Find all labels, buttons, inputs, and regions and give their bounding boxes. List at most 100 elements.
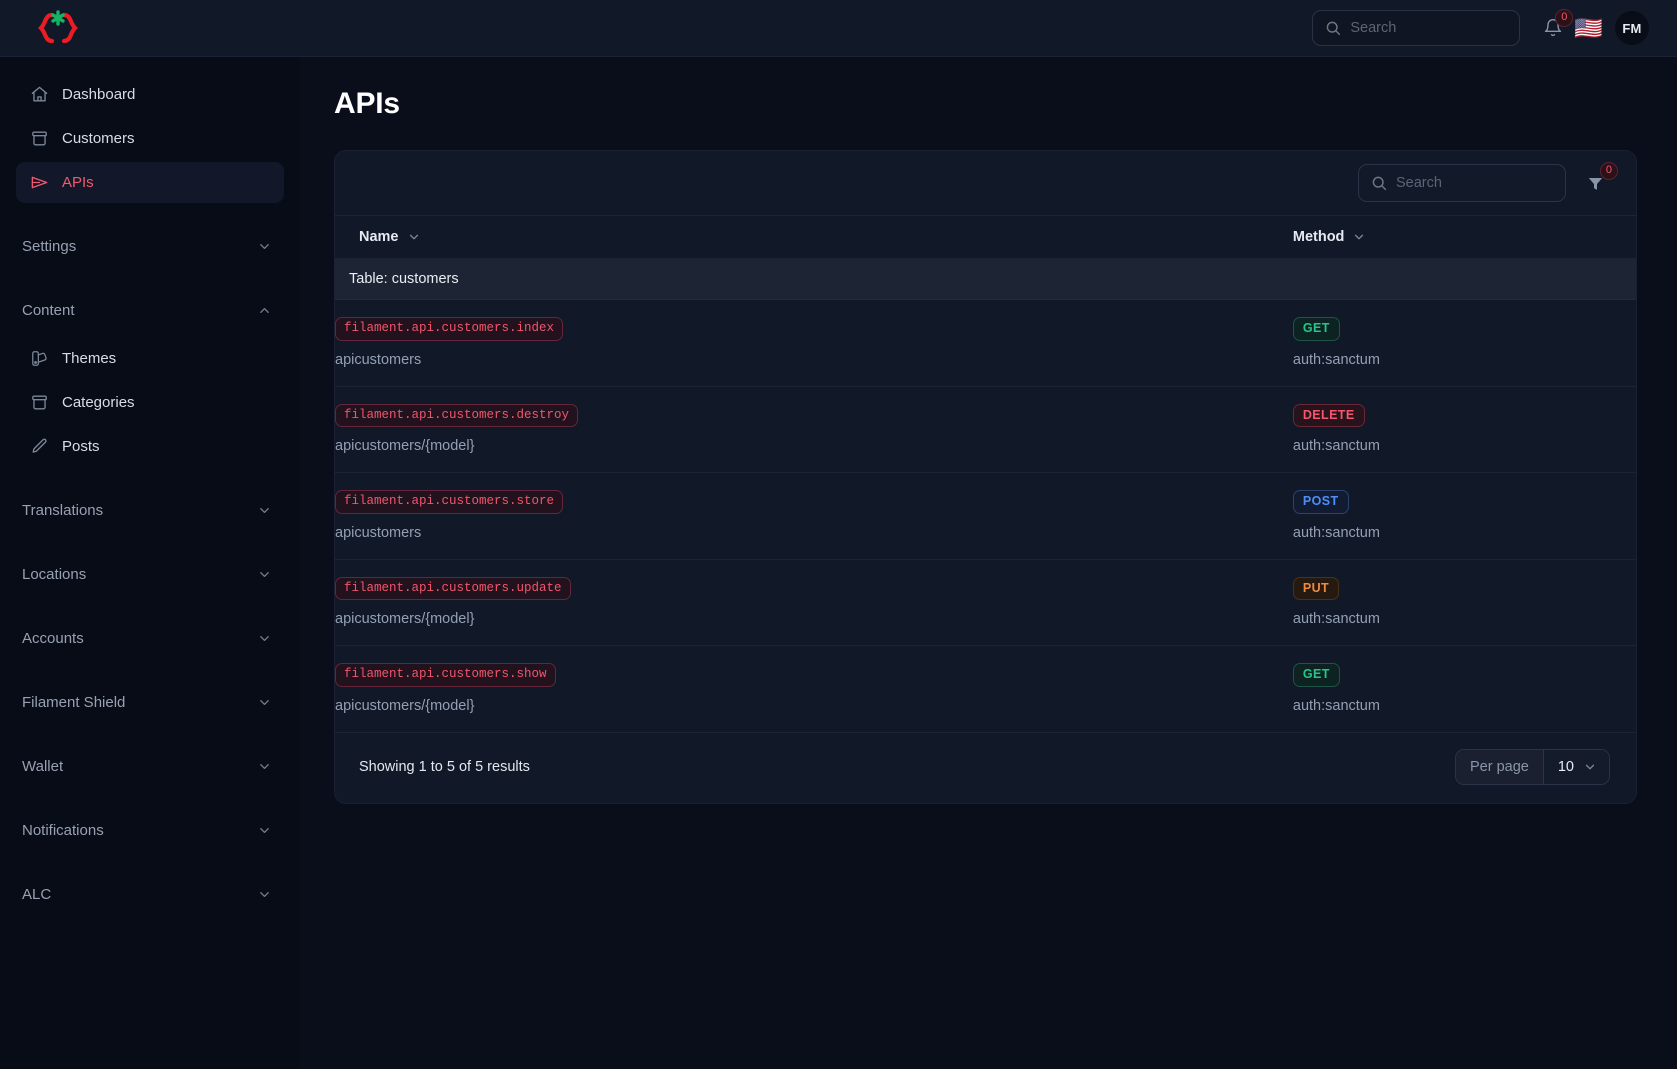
middleware-text: auth:sanctum xyxy=(1292,351,1380,368)
method-badge: DELETE xyxy=(1292,403,1365,427)
sidebar: Dashboard Customers APIs Settings Conten… xyxy=(0,57,300,1069)
archive-box-icon xyxy=(30,393,49,412)
middleware-text: auth:sanctum xyxy=(1292,697,1380,714)
sidebar-group-translations[interactable]: Translations xyxy=(16,489,284,531)
cell-name: filament.api.customers.destroy apicustom… xyxy=(335,386,1293,473)
cell-method: GET auth:sanctum xyxy=(1292,299,1636,387)
table-toolbar: 0 xyxy=(335,151,1636,215)
apis-table-card: 0 Name xyxy=(334,150,1637,804)
per-page-selector[interactable]: Per page 10 xyxy=(1455,748,1610,785)
route-uri: apicustomers/{model} xyxy=(335,697,475,714)
sidebar-group-label: ALC xyxy=(22,885,52,903)
route-name-badge: filament.api.customers.store xyxy=(335,490,564,514)
notification-count-badge: 0 xyxy=(1555,9,1574,27)
middleware-text: auth:sanctum xyxy=(1292,438,1380,454)
table-footer: Showing 1 to 5 of 5 results Per page 10 xyxy=(335,732,1636,803)
sidebar-item-label: APIs xyxy=(62,174,94,191)
sidebar-group-accounts[interactable]: Accounts xyxy=(16,617,284,659)
filter-count-badge: 0 xyxy=(1599,162,1618,180)
method-badge: POST xyxy=(1292,490,1349,514)
sidebar-group-locations[interactable]: Locations xyxy=(16,553,284,595)
sidebar-group-label: Notifications xyxy=(22,821,104,839)
cell-method: PUT auth:sanctum xyxy=(1292,559,1636,646)
route-uri: apicustomers xyxy=(335,351,422,368)
avatar[interactable]: FM xyxy=(1615,11,1649,45)
sidebar-item-label: Themes xyxy=(62,350,117,367)
cell-method: GET auth:sanctum xyxy=(1292,645,1636,733)
table-row[interactable]: filament.api.customers.destroy apicustom… xyxy=(335,386,1636,473)
table-head: Name Method xyxy=(335,215,1636,259)
cell-name: filament.api.customers.show apicustomers… xyxy=(335,645,1293,733)
sidebar-group-alc[interactable]: ALC xyxy=(16,873,284,915)
page-body: Dashboard Customers APIs Settings Conten… xyxy=(0,57,1677,1069)
method-badge: PUT xyxy=(1292,576,1340,600)
sidebar-item-customers[interactable]: Customers xyxy=(16,118,284,159)
sidebar-item-themes[interactable]: Themes xyxy=(16,338,284,379)
sidebar-item-label: Dashboard xyxy=(62,86,136,103)
chevron-down-icon xyxy=(257,567,272,582)
chevron-down-icon xyxy=(257,887,272,902)
table-body: Table: customers filament.api.customers.… xyxy=(335,258,1636,733)
results-summary: Showing 1 to 5 of 5 results xyxy=(359,758,530,775)
braces-asterisk-logo[interactable] xyxy=(30,8,86,48)
sidebar-group-wallet[interactable]: Wallet xyxy=(16,745,284,787)
global-search-input[interactable] xyxy=(1350,20,1508,36)
sidebar-item-dashboard[interactable]: Dashboard xyxy=(16,74,284,115)
table-search-input[interactable] xyxy=(1396,175,1553,191)
page-title: APIs xyxy=(334,87,400,120)
swatch-icon xyxy=(30,349,49,368)
table-header-row: Name Method xyxy=(335,215,1636,259)
app-root: 0 🇺🇸 FM Dashboard Cu xyxy=(0,0,1677,1069)
sidebar-group-label: Content xyxy=(22,301,75,319)
route-name-badge: filament.api.customers.show xyxy=(335,663,556,687)
middleware-text: auth:sanctum xyxy=(1292,611,1380,627)
table-row[interactable]: filament.api.customers.index apicustomer… xyxy=(335,299,1636,387)
sidebar-group-label: Filament Shield xyxy=(22,693,126,711)
table-row[interactable]: filament.api.customers.show apicustomers… xyxy=(335,645,1636,733)
apis-table: Name Method Table: customers filament.ap… xyxy=(335,215,1636,733)
archive-box-icon xyxy=(30,129,49,148)
top-bar: 0 🇺🇸 FM xyxy=(0,0,1677,57)
sidebar-group-settings[interactable]: Settings xyxy=(16,225,284,267)
per-page-current: 10 xyxy=(1557,758,1574,775)
route-name-badge: filament.api.customers.destroy xyxy=(335,403,579,427)
column-header-method[interactable]: Method xyxy=(1292,215,1636,259)
sidebar-item-apis[interactable]: APIs xyxy=(16,162,284,203)
table-search[interactable] xyxy=(1358,164,1566,202)
notifications-button[interactable]: 0 xyxy=(1538,9,1574,45)
sidebar-item-categories[interactable]: Categories xyxy=(16,382,284,423)
sidebar-group-label: Translations xyxy=(22,501,104,519)
paper-airplane-icon xyxy=(30,173,49,192)
column-header-name[interactable]: Name xyxy=(335,215,1293,259)
chevron-down-icon xyxy=(257,239,272,254)
sidebar-item-label: Categories xyxy=(62,394,135,411)
sidebar-group-label: Settings xyxy=(22,237,77,255)
cell-name: filament.api.customers.store apicustomer… xyxy=(335,472,1293,560)
route-uri: apicustomers xyxy=(335,524,422,541)
table-row[interactable]: filament.api.customers.update apicustome… xyxy=(335,559,1636,646)
table-group-header-row: Table: customers xyxy=(335,258,1636,300)
sidebar-item-posts[interactable]: Posts xyxy=(16,426,284,467)
route-name-badge: filament.api.customers.index xyxy=(335,317,564,341)
sidebar-group-label: Wallet xyxy=(22,757,64,775)
main-content: APIs Search 0 Name Method Table: custome… xyxy=(300,57,1677,1069)
locale-flag-icon[interactable]: 🇺🇸 xyxy=(1574,16,1603,40)
table-row[interactable]: filament.api.customers.store apicustomer… xyxy=(335,472,1636,560)
sidebar-item-label: Posts xyxy=(62,438,100,455)
sidebar-item-label: Customers xyxy=(62,130,135,147)
route-uri: apicustomers/{model} xyxy=(335,438,475,454)
pencil-icon xyxy=(30,437,49,456)
chevron-down-icon xyxy=(1583,760,1597,774)
cell-name: filament.api.customers.index apicustomer… xyxy=(335,299,1293,387)
filter-button[interactable]: 0 xyxy=(1580,162,1618,200)
sidebar-group-notifications[interactable]: Notifications xyxy=(16,809,284,851)
per-page-value[interactable]: 10 xyxy=(1543,749,1609,784)
sidebar-group-content[interactable]: Content xyxy=(16,289,284,331)
cell-method: POST auth:sanctum xyxy=(1292,472,1636,560)
home-icon xyxy=(30,85,49,104)
global-search[interactable] xyxy=(1312,10,1521,46)
sidebar-group-label: Accounts xyxy=(22,629,84,647)
per-page-label: Per page xyxy=(1456,749,1544,784)
sidebar-group-filament-shield[interactable]: Filament Shield xyxy=(16,681,284,723)
column-header-label: Name xyxy=(359,229,399,245)
